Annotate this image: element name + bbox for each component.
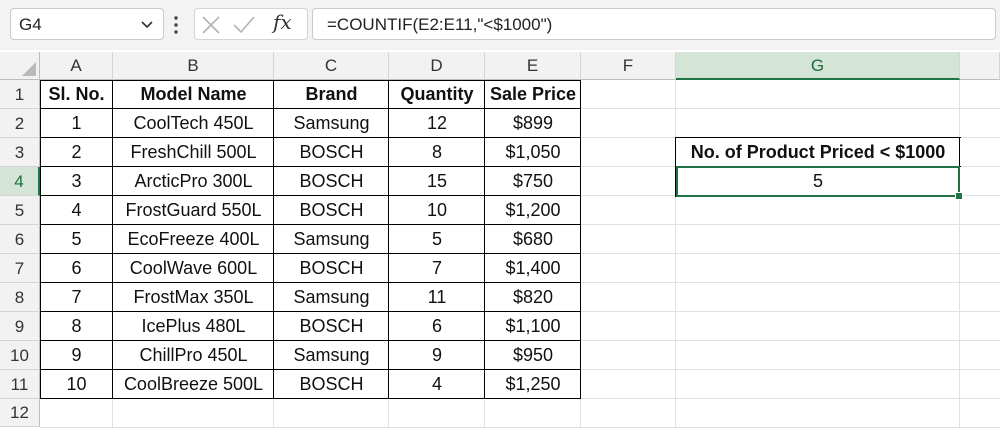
row-header-3[interactable]: 3 <box>0 138 40 167</box>
table-cell[interactable]: FrostGuard 550L <box>113 196 274 225</box>
table-cell[interactable]: 2 <box>40 138 113 167</box>
table-cell[interactable]: BOSCH <box>274 312 389 341</box>
table-cell[interactable]: 11 <box>389 283 485 312</box>
table-cell[interactable]: $1,400 <box>485 254 581 283</box>
result-label[interactable]: No. of Product Priced < $1000 <box>676 138 960 167</box>
table-cell[interactable]: 7 <box>40 283 113 312</box>
table-cell[interactable]: 12 <box>389 109 485 138</box>
table-cell[interactable]: FrostMax 350L <box>113 283 274 312</box>
row-header-12[interactable]: 12 <box>0 399 40 427</box>
table-cell[interactable]: 3 <box>40 167 113 196</box>
table-cell[interactable]: CoolWave 600L <box>113 254 274 283</box>
table-cell[interactable]: ArcticPro 300L <box>113 167 274 196</box>
table-cell[interactable]: 8 <box>389 138 485 167</box>
table-cell[interactable]: 10 <box>40 370 113 399</box>
table-cell[interactable]: ChillPro 450L <box>113 341 274 370</box>
table-cell[interactable]: CoolTech 450L <box>113 109 274 138</box>
table-cell[interactable]: $680 <box>485 225 581 254</box>
table-cell[interactable]: BOSCH <box>274 167 389 196</box>
table-cell[interactable]: $1,250 <box>485 370 581 399</box>
table-cell[interactable]: 6 <box>40 254 113 283</box>
row-header-5[interactable]: 5 <box>0 196 40 225</box>
table-cell[interactable]: 6 <box>389 312 485 341</box>
table-cell[interactable]: $1,050 <box>485 138 581 167</box>
formula-input[interactable]: =COUNTIF(E2:E11,"<$1000") <box>312 8 996 40</box>
table-cell[interactable]: EcoFreeze 400L <box>113 225 274 254</box>
row-header-6[interactable]: 6 <box>0 225 40 254</box>
row-header-7[interactable]: 7 <box>0 254 40 283</box>
formula-buttons: fx <box>194 8 308 40</box>
table-header-cell[interactable]: Sl. No. <box>40 80 113 109</box>
table-cell[interactable]: 8 <box>40 312 113 341</box>
table-cell[interactable]: 5 <box>40 225 113 254</box>
table-cell[interactable]: CoolBreeze 500L <box>113 370 274 399</box>
table-cell[interactable]: 7 <box>389 254 485 283</box>
table-cell[interactable]: 9 <box>389 341 485 370</box>
select-all-button[interactable] <box>0 52 40 80</box>
table-cell[interactable]: Samsung <box>274 341 389 370</box>
column-header-filler <box>960 52 1000 80</box>
column-header-g[interactable]: G <box>676 52 960 80</box>
column-header-e[interactable]: E <box>485 52 581 80</box>
table-cell[interactable]: Samsung <box>274 109 389 138</box>
column-header-b[interactable]: B <box>113 52 274 80</box>
table-cell[interactable]: 10 <box>389 196 485 225</box>
row-header-2[interactable]: 2 <box>0 109 40 138</box>
table-cell[interactable]: Samsung <box>274 283 389 312</box>
table-cell[interactable]: 15 <box>389 167 485 196</box>
row-header-11[interactable]: 11 <box>0 370 40 399</box>
table-cell[interactable]: 4 <box>389 370 485 399</box>
table-cell[interactable]: $1,100 <box>485 312 581 341</box>
table-cell[interactable]: 9 <box>40 341 113 370</box>
table-header-cell[interactable]: Model Name <box>113 80 274 109</box>
checkmark-icon[interactable] <box>233 15 255 35</box>
table-cell[interactable]: 4 <box>40 196 113 225</box>
chevron-down-icon[interactable] <box>139 16 155 32</box>
column-header-f[interactable]: F <box>581 52 676 80</box>
table-header-cell[interactable]: Quantity <box>389 80 485 109</box>
table-cell[interactable]: $950 <box>485 341 581 370</box>
table-cell[interactable]: Samsung <box>274 225 389 254</box>
table-cell[interactable]: 1 <box>40 109 113 138</box>
insert-function-icon[interactable]: fx <box>273 10 292 34</box>
table-cell[interactable]: 5 <box>389 225 485 254</box>
table-cell[interactable]: $1,200 <box>485 196 581 225</box>
row-header-1[interactable]: 1 <box>0 80 40 109</box>
row-header-8[interactable]: 8 <box>0 283 40 312</box>
table-cell[interactable]: FreshChill 500L <box>113 138 274 167</box>
table-header-cell[interactable]: Brand <box>274 80 389 109</box>
row-header-9[interactable]: 9 <box>0 312 40 341</box>
table-cell[interactable]: IcePlus 480L <box>113 312 274 341</box>
table-header-cell[interactable]: Sale Price <box>485 80 581 109</box>
table-cell[interactable]: BOSCH <box>274 370 389 399</box>
more-options-icon[interactable] <box>173 15 179 35</box>
active-cell-outline <box>676 166 960 197</box>
table-cell[interactable]: BOSCH <box>274 254 389 283</box>
name-box[interactable]: G4 <box>10 8 164 40</box>
row-header-10[interactable]: 10 <box>0 341 40 370</box>
table-cell[interactable]: $820 <box>485 283 581 312</box>
name-box-value: G4 <box>19 15 42 34</box>
row-header-4[interactable]: 4 <box>0 167 40 196</box>
cancel-icon[interactable] <box>201 15 221 35</box>
table-cell[interactable]: $750 <box>485 167 581 196</box>
formula-bar: G4 fx =COUNTIF(E2:E11,"<$1000") <box>0 0 1000 50</box>
table-cell[interactable]: BOSCH <box>274 196 389 225</box>
fill-handle[interactable] <box>955 192 963 200</box>
column-header-a[interactable]: A <box>40 52 113 80</box>
table-cell[interactable]: $899 <box>485 109 581 138</box>
formula-text: =COUNTIF(E2:E11,"<$1000") <box>327 15 553 34</box>
table-cell[interactable]: BOSCH <box>274 138 389 167</box>
column-header-d[interactable]: D <box>389 52 485 80</box>
column-header-c[interactable]: C <box>274 52 389 80</box>
